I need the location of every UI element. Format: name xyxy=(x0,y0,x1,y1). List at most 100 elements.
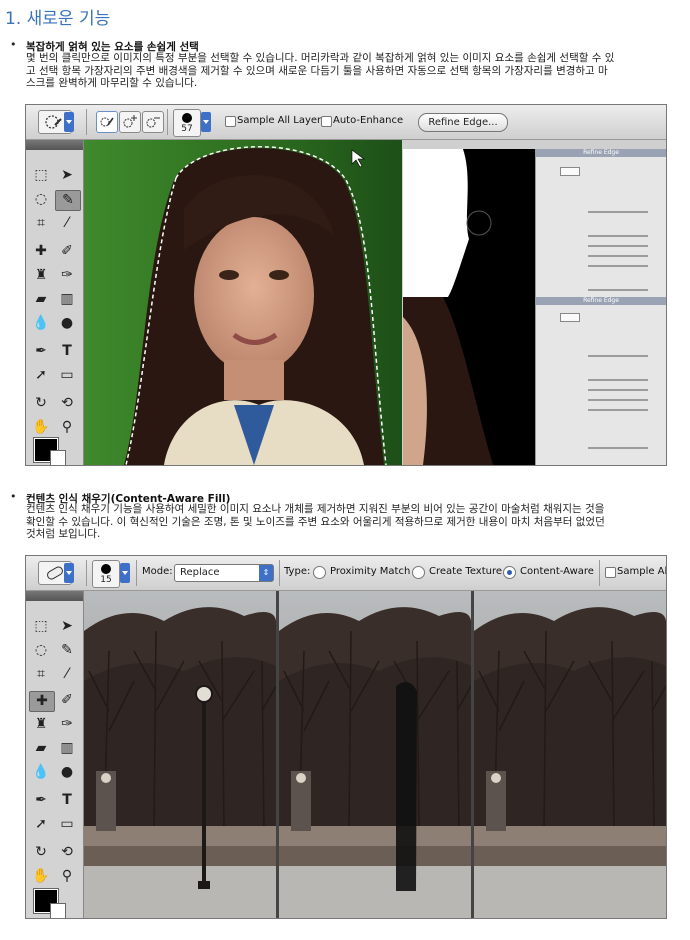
gradient-icon[interactable]: ▥ xyxy=(55,739,79,758)
sample-all-layers-checkbox[interactable] xyxy=(225,116,236,127)
feature-1-line-2: 고 선택 항목 가장자리의 주변 배경색을 제거할 수 있으며 새로운 다듬기 … xyxy=(26,64,608,77)
output-to-select[interactable] xyxy=(588,447,648,449)
portrait-canvas[interactable] xyxy=(84,140,402,465)
blur-icon[interactable]: 💧 xyxy=(29,314,53,333)
contrast-slider[interactable] xyxy=(588,255,648,257)
brush-size-picker-2[interactable]: 15 xyxy=(92,560,120,588)
auto-enhance-checkbox[interactable] xyxy=(321,116,332,127)
eraser-icon[interactable]: ▰ xyxy=(29,739,53,758)
brush-tip-icon xyxy=(182,113,192,123)
fill-mask xyxy=(396,682,417,891)
zoom-icon[interactable]: ⚲ xyxy=(55,867,79,886)
refine-edge-panel-2: Refine Edge xyxy=(535,297,666,465)
history-brush-icon[interactable]: ✑ xyxy=(55,715,79,734)
preset-dropdown[interactable] xyxy=(64,112,74,132)
feature-1-body: 몇 번의 클릭만으로 이미지의 특정 부분을 선택할 수 있습니다. 머리카락과… xyxy=(26,52,690,90)
quick-select-icon[interactable]: ✎ xyxy=(55,641,79,660)
blur-icon[interactable]: 💧 xyxy=(29,763,53,782)
quick-select-icon[interactable]: ✎ xyxy=(55,190,81,211)
refine-edge-button[interactable]: Refine Edge... xyxy=(418,113,508,132)
content-aware-radio[interactable] xyxy=(503,566,516,579)
refine-edge-title: Refine Edge xyxy=(536,149,666,157)
sample-all-checkbox[interactable] xyxy=(605,567,616,578)
feather-slider[interactable] xyxy=(588,245,648,247)
brush-size-picker[interactable]: 57 xyxy=(173,109,201,137)
amount-slider[interactable] xyxy=(588,289,648,291)
healing-icon[interactable]: ✚ xyxy=(29,691,55,712)
brush-icon[interactable]: ✐ xyxy=(55,691,79,710)
background-color-swatch[interactable] xyxy=(50,450,66,465)
marquee-icon[interactable]: ⬚ xyxy=(29,617,53,636)
crop-icon[interactable]: ⌗ xyxy=(29,214,53,233)
tools-panel-2: ⬚ ➤ ◌ ✎ ⌗ ⁄ ✚ ✐ ♜ ✑ ▰ ▥ 💧 ● ✒ T ➚ ▭ ↻ ⟲ … xyxy=(26,591,84,918)
stamp-icon[interactable]: ♜ xyxy=(29,266,53,285)
radius-slider-2[interactable] xyxy=(588,355,648,357)
feather-slider-2[interactable] xyxy=(588,389,648,391)
3d-rotate-icon[interactable]: ↻ xyxy=(29,394,53,413)
mode-label: Mode: xyxy=(142,566,173,577)
crop-icon[interactable]: ⌗ xyxy=(29,665,53,684)
view-mode-control[interactable] xyxy=(560,167,580,176)
hand-icon[interactable]: ✋ xyxy=(29,418,53,437)
shape-icon[interactable]: ▭ xyxy=(55,366,79,385)
smooth-slider[interactable] xyxy=(588,235,648,237)
3d-orbit-icon[interactable]: ⟲ xyxy=(55,843,79,862)
tools-panel-header-2 xyxy=(26,591,83,601)
create-texture-label: Create Texture xyxy=(429,566,503,577)
new-selection-button[interactable] xyxy=(96,111,118,133)
content-aware-label: Content-Aware xyxy=(520,566,594,577)
type-label: Type: xyxy=(284,566,311,577)
type-icon[interactable]: T xyxy=(55,342,79,361)
move-icon[interactable]: ➤ xyxy=(55,166,79,185)
3d-rotate-icon[interactable]: ↻ xyxy=(29,843,53,862)
feature-2-body: 컨텐츠 인식 채우기 기능을 사용하여 세밀한 이미지 요소나 개체를 제거하면… xyxy=(26,503,690,541)
brush-icon[interactable]: ✐ xyxy=(55,242,79,261)
proximity-match-radio[interactable] xyxy=(313,566,326,579)
path-select-icon[interactable]: ➚ xyxy=(29,815,53,834)
path-select-icon[interactable]: ➚ xyxy=(29,366,53,385)
tools-panel: ⬚ ➤ ◌ ✎ ⌗ ⁄ ✚ ✐ ♜ ✑ ▰ ▥ 💧 ● ✒ T ➚ ▭ ↻ ⟲ … xyxy=(26,140,84,465)
lamp-post xyxy=(202,696,206,886)
dodge-icon[interactable]: ● xyxy=(55,763,79,782)
lasso-icon[interactable]: ◌ xyxy=(29,190,53,209)
add-to-selection-button[interactable] xyxy=(119,111,141,133)
marquee-icon[interactable]: ⬚ xyxy=(29,166,53,185)
content-aware-canvas[interactable] xyxy=(84,591,666,918)
eyedropper-icon[interactable]: ⁄ xyxy=(55,214,79,233)
history-brush-icon[interactable]: ✑ xyxy=(55,266,79,285)
refine-edge-title-2: Refine Edge xyxy=(536,297,666,305)
background-color-swatch-2[interactable] xyxy=(50,903,66,918)
options-bar-2: 15 Mode: Replace ⇕ Type: Proximity Match… xyxy=(26,556,666,591)
pen-icon[interactable]: ✒ xyxy=(29,791,53,810)
create-texture-radio[interactable] xyxy=(412,566,425,579)
shift-edge-slider-2[interactable] xyxy=(588,409,648,411)
dodge-icon[interactable]: ● xyxy=(55,314,79,333)
auto-enhance-label: Auto-Enhance xyxy=(333,115,404,126)
bullet-1: • xyxy=(10,38,17,51)
move-icon[interactable]: ➤ xyxy=(55,617,79,636)
preset-dropdown-2[interactable] xyxy=(64,563,74,583)
lasso-icon[interactable]: ◌ xyxy=(29,641,53,660)
view-mode-control-2[interactable] xyxy=(560,313,580,322)
stamp-icon[interactable]: ♜ xyxy=(29,715,53,734)
3d-orbit-icon[interactable]: ⟲ xyxy=(55,394,79,413)
subtract-selection-button[interactable] xyxy=(142,111,164,133)
contrast-slider-2[interactable] xyxy=(588,399,648,401)
smooth-slider-2[interactable] xyxy=(588,379,648,381)
zoom-icon[interactable]: ⚲ xyxy=(55,418,79,437)
proximity-match-label: Proximity Match xyxy=(330,566,411,577)
gradient-icon[interactable]: ▥ xyxy=(55,290,79,309)
eyedropper-icon[interactable]: ⁄ xyxy=(55,665,79,684)
type-icon[interactable]: T xyxy=(55,791,79,810)
healing-icon[interactable]: ✚ xyxy=(29,242,53,261)
mode-select[interactable]: Replace ⇕ xyxy=(174,564,274,582)
brush-dropdown-2[interactable] xyxy=(120,563,130,583)
screenshot-quick-selection: 57 Sample All Layers Auto-Enhance Refine… xyxy=(25,104,667,466)
shift-edge-slider[interactable] xyxy=(588,265,648,267)
shape-icon[interactable]: ▭ xyxy=(55,815,79,834)
brush-dropdown[interactable] xyxy=(201,112,211,132)
pen-icon[interactable]: ✒ xyxy=(29,342,53,361)
hand-icon[interactable]: ✋ xyxy=(29,867,53,886)
radius-slider[interactable] xyxy=(588,211,648,213)
eraser-icon[interactable]: ▰ xyxy=(29,290,53,309)
